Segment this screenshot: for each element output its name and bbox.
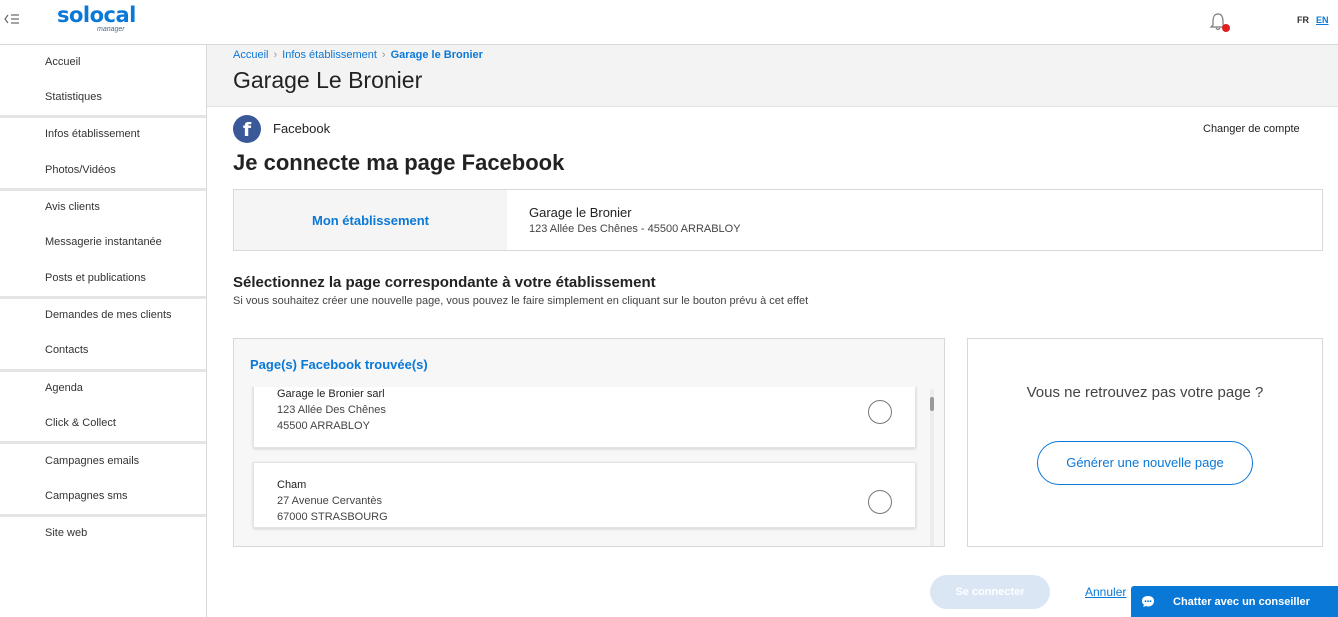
page-card-street: 27 Avenue Cervantès [277, 495, 382, 507]
select-page-title: Sélectionnez la page correspondante à vo… [233, 274, 656, 291]
page-card[interactable]: Garage le Bronier sarl 123 Allée Des Chê… [253, 387, 916, 448]
page-select-radio[interactable] [868, 400, 892, 424]
establishment-label-panel: Mon établissement [234, 190, 507, 250]
chat-bubble-icon [1141, 595, 1155, 607]
found-pages-title: Page(s) Facebook trouvée(s) [250, 357, 428, 372]
page-card-street: 123 Allée Des Chênes [277, 404, 386, 416]
sidebar-divider [0, 441, 206, 444]
breadcrumb-infos[interactable]: Infos établissement [282, 49, 377, 61]
sidebar-divider [0, 115, 206, 118]
logo-subtext: manager [97, 26, 125, 33]
breadcrumb-separator: › [381, 49, 386, 61]
sidebar-item-posts[interactable]: Posts et publications [45, 272, 146, 284]
page-card-name: Garage le Bronier sarl [277, 388, 385, 400]
sidebar-item-contacts[interactable]: Contacts [45, 344, 88, 356]
found-pages-list[interactable]: Garage le Bronier sarl 123 Allée Des Chê… [234, 387, 944, 546]
solocal-logo[interactable]: solocal manager [57, 3, 136, 33]
provider-label: Facebook [273, 121, 331, 136]
connect-button[interactable]: Se connecter [930, 575, 1050, 609]
breadcrumb-accueil[interactable]: Accueil [233, 49, 268, 61]
sidebar-divider [0, 369, 206, 372]
found-pages-panel: Page(s) Facebook trouvée(s) Garage le Br… [233, 338, 945, 547]
page-card-name: Cham [277, 479, 307, 491]
sidebar-item-click-collect[interactable]: Click & Collect [45, 417, 116, 429]
logo-text: solocal [57, 3, 136, 27]
language-en-link[interactable]: EN [1316, 15, 1329, 25]
sidebar-item-statistiques[interactable]: Statistiques [45, 91, 102, 103]
page-header: Accueil › Infos établissement › Garage le Br… [207, 45, 1338, 107]
generate-page-button[interactable]: Générer une nouvelle page [1037, 441, 1253, 485]
change-account-link[interactable]: Changer de compte [1203, 123, 1300, 135]
notification-bell-icon[interactable] [1209, 11, 1231, 33]
sidebar-item-infos-etablissement[interactable]: Infos établissement [45, 128, 140, 140]
not-found-panel: Vous ne retrouvez pas votre page ? Génér… [967, 338, 1323, 547]
not-found-text: Vous ne retrouvez pas votre page ? [1026, 384, 1264, 401]
page-card-city: 45500 ARRABLOY [277, 420, 370, 432]
page-title: Garage Le Bronier [233, 67, 423, 93]
sidebar-item-site-web[interactable]: Site web [45, 527, 87, 539]
cancel-link[interactable]: Annuler [1085, 585, 1126, 599]
breadcrumb-separator: › [273, 49, 278, 61]
chat-button[interactable]: Chatter avec un conseiller [1131, 586, 1338, 617]
top-bar: solocal manager FR EN [0, 0, 1338, 45]
sidebar-item-avis-clients[interactable]: Avis clients [45, 201, 100, 213]
page-card-city: 67000 STRASBOURG [277, 511, 388, 523]
sidebar-item-messagerie[interactable]: Messagerie instantanée [45, 236, 162, 248]
language-fr-link[interactable]: FR [1297, 15, 1309, 25]
page-card[interactable]: Cham 27 Avenue Cervantès 67000 STRASBOUR… [253, 462, 916, 528]
section-title: Je connecte ma page Facebook [233, 150, 565, 175]
list-scrollbar-thumb[interactable] [930, 397, 934, 411]
establishment-label: Mon établissement [311, 213, 430, 228]
chat-label: Chatter avec un conseiller [1173, 596, 1310, 608]
sidebar: Accueil Statistiques Infos établissement… [0, 45, 207, 617]
sidebar-item-campagnes-emails[interactable]: Campagnes emails [45, 455, 139, 467]
sidebar-divider [0, 514, 206, 517]
select-page-subtitle: Si vous souhaitez créer une nouvelle pag… [233, 295, 809, 307]
sidebar-item-demandes[interactable]: Demandes de mes clients [45, 309, 172, 321]
establishment-name: Garage le Bronier [529, 205, 632, 220]
facebook-icon: f [233, 115, 261, 143]
establishment-box: Mon établissement Garage le Bronier 123 … [233, 189, 1323, 251]
collapse-menu-icon[interactable] [4, 13, 20, 27]
sidebar-item-photos-videos[interactable]: Photos/Vidéos [45, 164, 116, 176]
establishment-address: 123 Allée Des Chênes - 45500 ARRABLOY [529, 223, 741, 235]
sidebar-divider [0, 296, 206, 299]
sidebar-divider [0, 188, 206, 191]
breadcrumb: Accueil › Infos établissement › Garage le Br… [233, 49, 483, 61]
breadcrumb-current: Garage le Bronier [390, 49, 483, 61]
sidebar-item-accueil[interactable]: Accueil [45, 56, 80, 68]
list-scrollbar-track[interactable] [930, 389, 934, 546]
sidebar-item-campagnes-sms[interactable]: Campagnes sms [45, 490, 128, 502]
sidebar-item-agenda[interactable]: Agenda [45, 382, 83, 394]
page-select-radio[interactable] [868, 490, 892, 514]
